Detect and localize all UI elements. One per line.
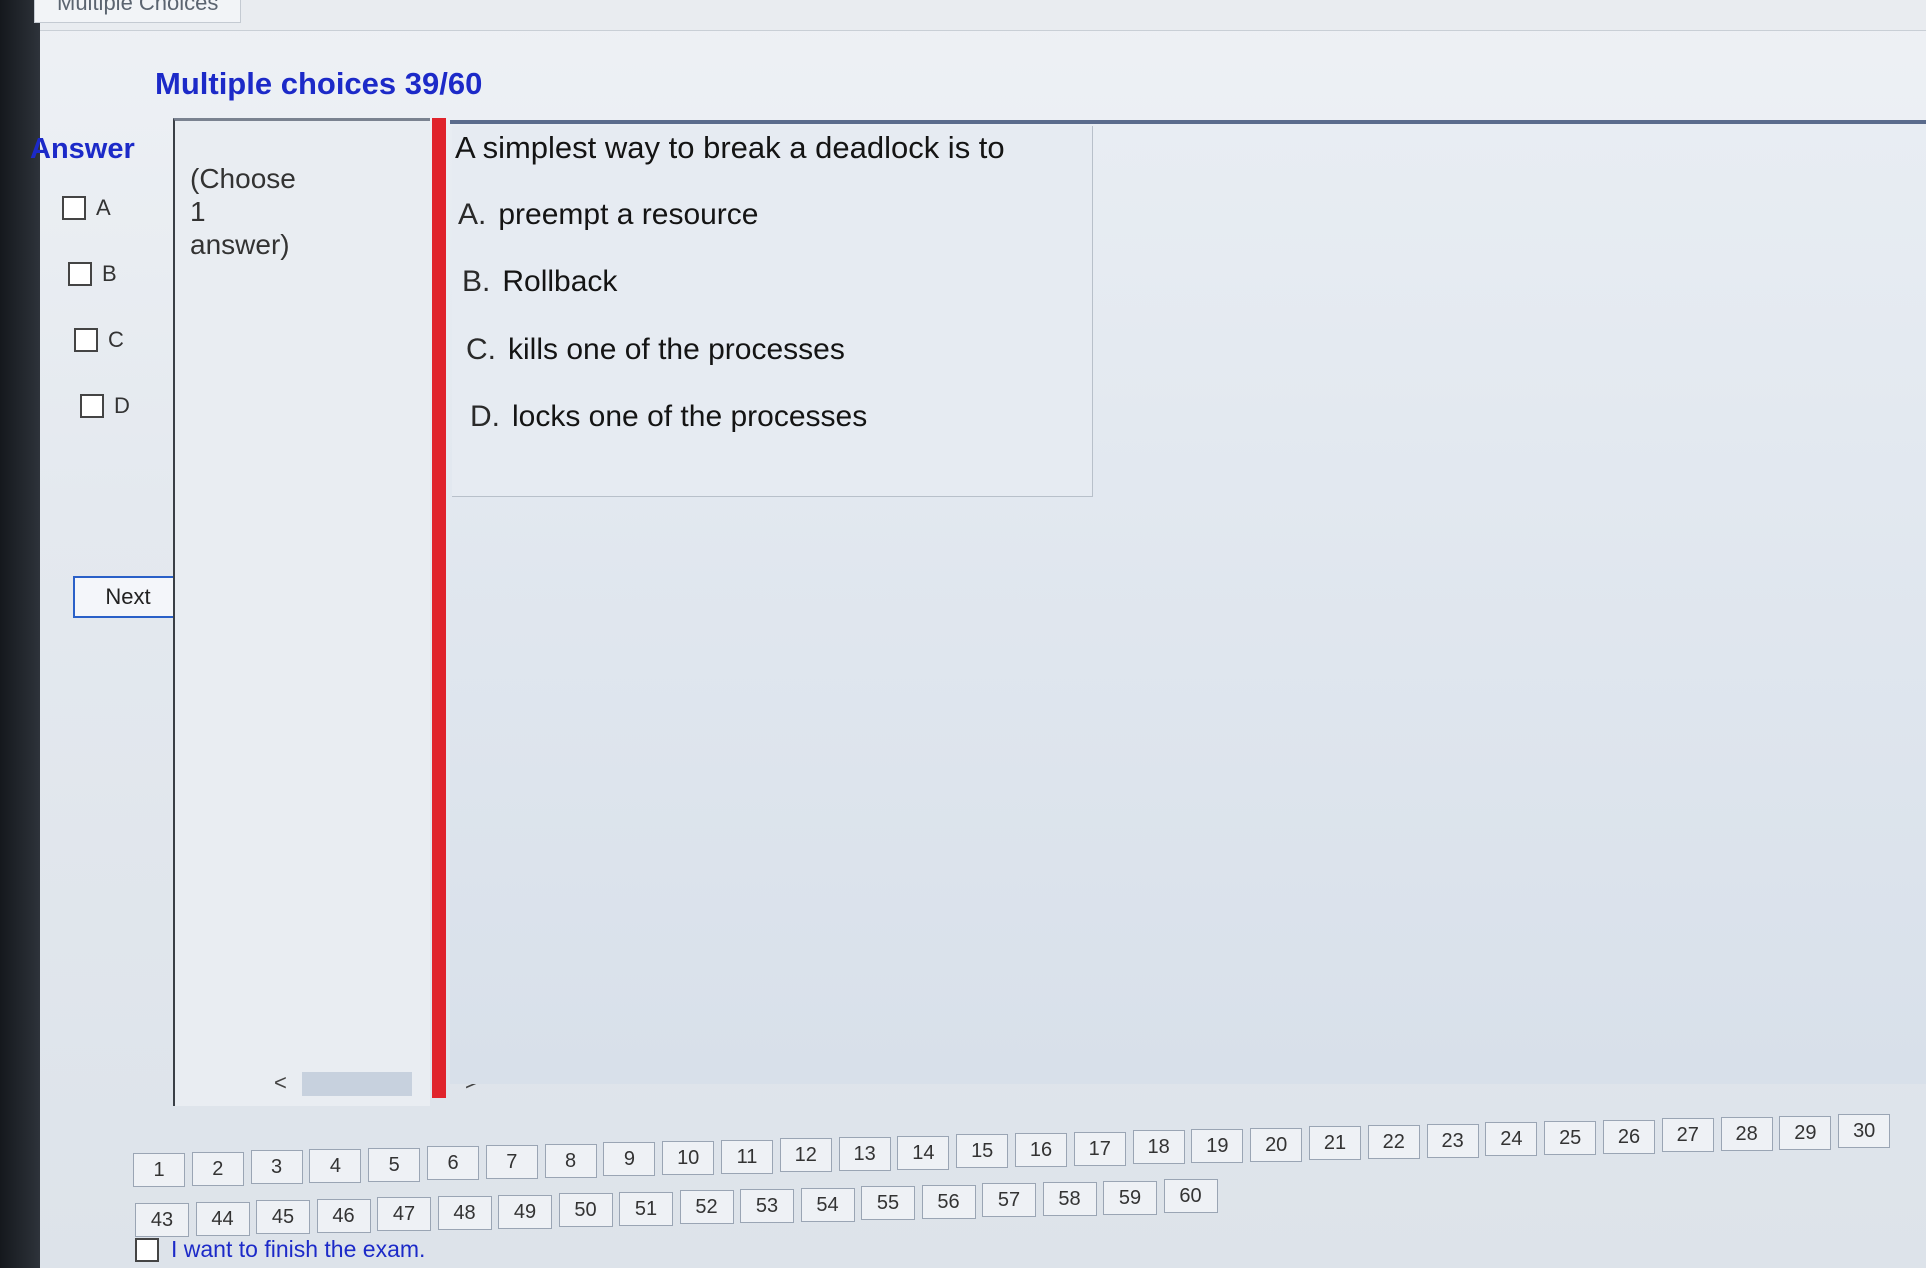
question-nav-button[interactable]: 57	[982, 1183, 1036, 1218]
choice-c: C. kills one of the processes	[466, 333, 845, 367]
red-divider	[432, 118, 446, 1098]
scroll-left-icon[interactable]: <	[274, 1070, 287, 1096]
question-nav-button[interactable]: 26	[1603, 1119, 1655, 1154]
question-nav-button[interactable]: 13	[838, 1137, 891, 1172]
question-nav-button[interactable]: 23	[1426, 1123, 1479, 1158]
answer-option-d[interactable]: D	[80, 393, 130, 419]
exam-screen: Multiple Choices Multiple choices 39/60 …	[30, 0, 1926, 1268]
choice-a: A. preempt a resource	[458, 198, 759, 232]
answer-option-label: A	[96, 195, 111, 220]
question-nav-button[interactable]: 12	[779, 1138, 832, 1173]
hint-line: (Choose	[190, 163, 296, 194]
page-title: Multiple choices 39/60	[155, 66, 483, 101]
choice-d: D. locks one of the processes	[470, 400, 867, 434]
question-nav-button[interactable]: 56	[921, 1184, 976, 1219]
question-nav-button[interactable]: 10	[662, 1141, 715, 1176]
choice-b: B. Rollback	[462, 265, 617, 299]
question-nav-button[interactable]: 46	[316, 1198, 371, 1233]
checkbox-b[interactable]	[68, 262, 92, 286]
choice-text: preempt a resource	[498, 198, 759, 231]
question-nav-button[interactable]: 43	[135, 1203, 189, 1237]
answer-option-b[interactable]: B	[68, 261, 117, 287]
question-nav-button[interactable]: 20	[1250, 1127, 1303, 1162]
question-nav-button[interactable]: 15	[956, 1134, 1009, 1169]
hint-line: 1	[190, 196, 206, 227]
question-nav-button[interactable]: 51	[619, 1191, 673, 1226]
question-nav-button[interactable]: 3	[250, 1150, 303, 1185]
question-nav-button[interactable]: 60	[1163, 1179, 1218, 1214]
window-topbar: Multiple Choices	[34, 0, 1926, 31]
question-nav-button[interactable]: 2	[191, 1151, 244, 1186]
question-text: A simplest way to break a deadlock is to	[455, 130, 1005, 165]
next-button[interactable]: Next	[73, 576, 183, 618]
question-nav-button[interactable]: 21	[1309, 1126, 1361, 1161]
answer-option-label: D	[114, 393, 130, 418]
question-nav-button[interactable]: 48	[437, 1196, 492, 1230]
choice-letter: D.	[470, 400, 500, 433]
answer-option-label: C	[108, 327, 124, 352]
question-nav-button[interactable]: 50	[558, 1193, 613, 1228]
question-nav-button[interactable]: 5	[368, 1147, 421, 1182]
answer-label: Answer	[30, 133, 135, 165]
question-nav-button[interactable]: 30	[1838, 1114, 1891, 1149]
question-nav-button[interactable]: 29	[1779, 1115, 1832, 1150]
choice-text: locks one of the processes	[512, 400, 868, 433]
question-nav-button[interactable]: 59	[1103, 1180, 1157, 1215]
question-nav-button[interactable]: 9	[603, 1142, 656, 1177]
question-nav-button[interactable]: 28	[1720, 1117, 1773, 1152]
window-tab[interactable]: Multiple Choices	[34, 0, 242, 23]
question-nav-button[interactable]: 18	[1132, 1130, 1185, 1165]
question-nav-button[interactable]: 19	[1191, 1129, 1244, 1164]
question-nav-button[interactable]: 58	[1042, 1182, 1097, 1216]
question-nav-button[interactable]: 4	[309, 1149, 362, 1183]
question-nav-button[interactable]: 17	[1073, 1131, 1126, 1166]
question-nav-button[interactable]: 25	[1544, 1121, 1597, 1156]
question-nav-button[interactable]: 44	[195, 1201, 250, 1236]
question-nav-button[interactable]: 49	[498, 1194, 552, 1229]
question-nav-button[interactable]: 54	[800, 1187, 855, 1222]
answer-option-label: B	[102, 261, 117, 286]
checkbox-c[interactable]	[74, 328, 98, 352]
question-nav-button[interactable]: 22	[1367, 1125, 1420, 1160]
question-nav-button[interactable]: 55	[861, 1186, 915, 1221]
finish-checkbox[interactable]	[135, 1237, 159, 1262]
scroll-thumb[interactable]	[302, 1072, 412, 1096]
choose-hint: (Choose 1 answer)	[190, 162, 320, 261]
question-nav-button[interactable]: 14	[897, 1135, 950, 1170]
choice-letter: A.	[458, 198, 487, 231]
checkbox-d[interactable]	[80, 394, 104, 418]
hint-line: answer)	[190, 229, 290, 260]
question-nav-button[interactable]: 53	[740, 1189, 794, 1223]
question-nav-button[interactable]: 8	[544, 1143, 597, 1178]
question-nav-button[interactable]: 27	[1661, 1118, 1714, 1153]
finish-label: I want to finish the exam.	[171, 1236, 426, 1262]
question-nav-button[interactable]: 11	[721, 1139, 773, 1174]
question-nav-button[interactable]: 47	[377, 1197, 431, 1232]
choice-letter: B.	[462, 265, 491, 298]
question-nav-button[interactable]: 52	[679, 1190, 734, 1225]
question-box	[452, 126, 1093, 497]
answer-option-c[interactable]: C	[74, 327, 124, 353]
question-nav-button[interactable]: 16	[1015, 1133, 1067, 1168]
choice-text: kills one of the processes	[508, 333, 845, 366]
question-nav-button[interactable]: 45	[256, 1200, 310, 1235]
question-nav-button[interactable]: 24	[1485, 1122, 1538, 1157]
question-nav-button[interactable]: 6	[427, 1146, 479, 1181]
choice-letter: C.	[466, 333, 496, 366]
answer-option-a[interactable]: A	[62, 195, 111, 221]
question-nav-button[interactable]: 7	[485, 1145, 538, 1180]
checkbox-a[interactable]	[62, 196, 86, 220]
finish-exam[interactable]: I want to finish the exam.	[135, 1236, 425, 1263]
question-nav-button[interactable]: 1	[133, 1153, 185, 1187]
choice-text: Rollback	[502, 265, 618, 298]
hint-pane	[173, 118, 430, 1106]
